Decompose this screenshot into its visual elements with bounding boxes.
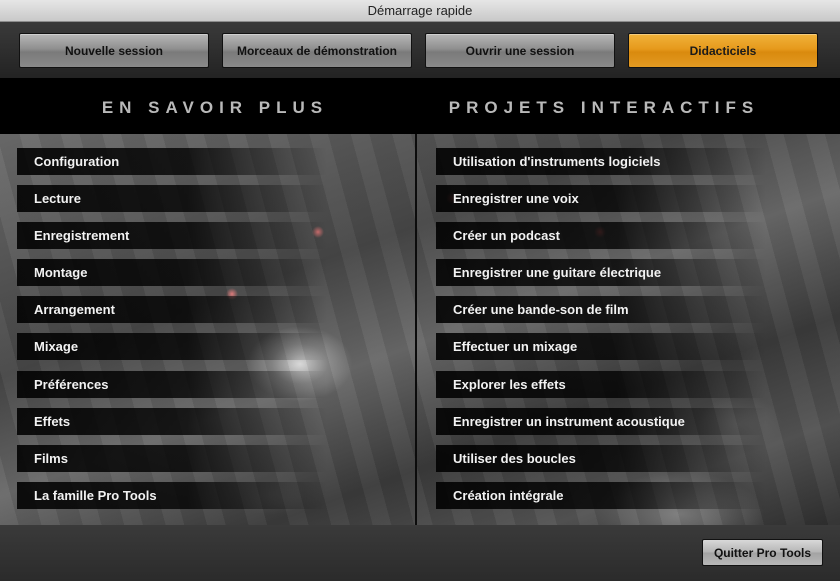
footer-bar: Quitter Pro Tools xyxy=(0,525,840,581)
tab-new-session[interactable]: Nouvelle session xyxy=(19,33,209,68)
learn-more-item[interactable]: Enregistrement xyxy=(17,222,327,249)
learn-more-item[interactable]: Lecture xyxy=(17,185,327,212)
tab-open-session[interactable]: Ouvrir une session xyxy=(425,33,615,68)
interactive-project-item[interactable]: Utiliser des boucles xyxy=(436,445,766,472)
interactive-project-item[interactable]: Explorer les effets xyxy=(436,371,766,398)
interactive-project-item[interactable]: Effectuer un mixage xyxy=(436,333,766,360)
tab-bar: Nouvelle session Morceaux de démonstrati… xyxy=(0,22,840,78)
window-title: Démarrage rapide xyxy=(0,0,840,22)
learn-more-item[interactable]: Effets xyxy=(17,408,327,435)
quit-pro-tools-button[interactable]: Quitter Pro Tools xyxy=(702,539,823,566)
right-column-heading: PROJETS INTERACTIFS xyxy=(448,98,760,117)
column-divider xyxy=(415,134,417,525)
interactive-project-item[interactable]: Enregistrer une guitare électrique xyxy=(436,259,766,286)
learn-more-item[interactable]: Configuration xyxy=(17,148,327,175)
learn-more-item[interactable]: Films xyxy=(17,445,327,472)
interactive-project-item[interactable]: Enregistrer une voix xyxy=(436,185,766,212)
learn-more-item[interactable]: La famille Pro Tools xyxy=(17,482,327,509)
interactive-project-item[interactable]: Utilisation d'instruments logiciels xyxy=(436,148,766,175)
learn-more-item[interactable]: Arrangement xyxy=(17,296,327,323)
left-column-heading: EN SAVOIR PLUS xyxy=(101,98,329,117)
learn-more-item[interactable]: Préférences xyxy=(17,371,327,398)
interactive-project-item[interactable]: Création intégrale xyxy=(436,482,766,509)
interactive-project-item[interactable]: Enregistrer un instrument acoustique xyxy=(436,408,766,435)
interactive-project-item[interactable]: Créer un podcast xyxy=(436,222,766,249)
learn-more-item[interactable]: Mixage xyxy=(17,333,327,360)
tab-tutorials[interactable]: Didacticiels xyxy=(628,33,818,68)
tutorials-panel: EN SAVOIR PLUS PROJETS INTERACTIFS Confi… xyxy=(0,78,840,525)
learn-more-item[interactable]: Montage xyxy=(17,259,327,286)
tab-demo-songs[interactable]: Morceaux de démonstration xyxy=(222,33,412,68)
interactive-project-item[interactable]: Créer une bande-son de film xyxy=(436,296,766,323)
